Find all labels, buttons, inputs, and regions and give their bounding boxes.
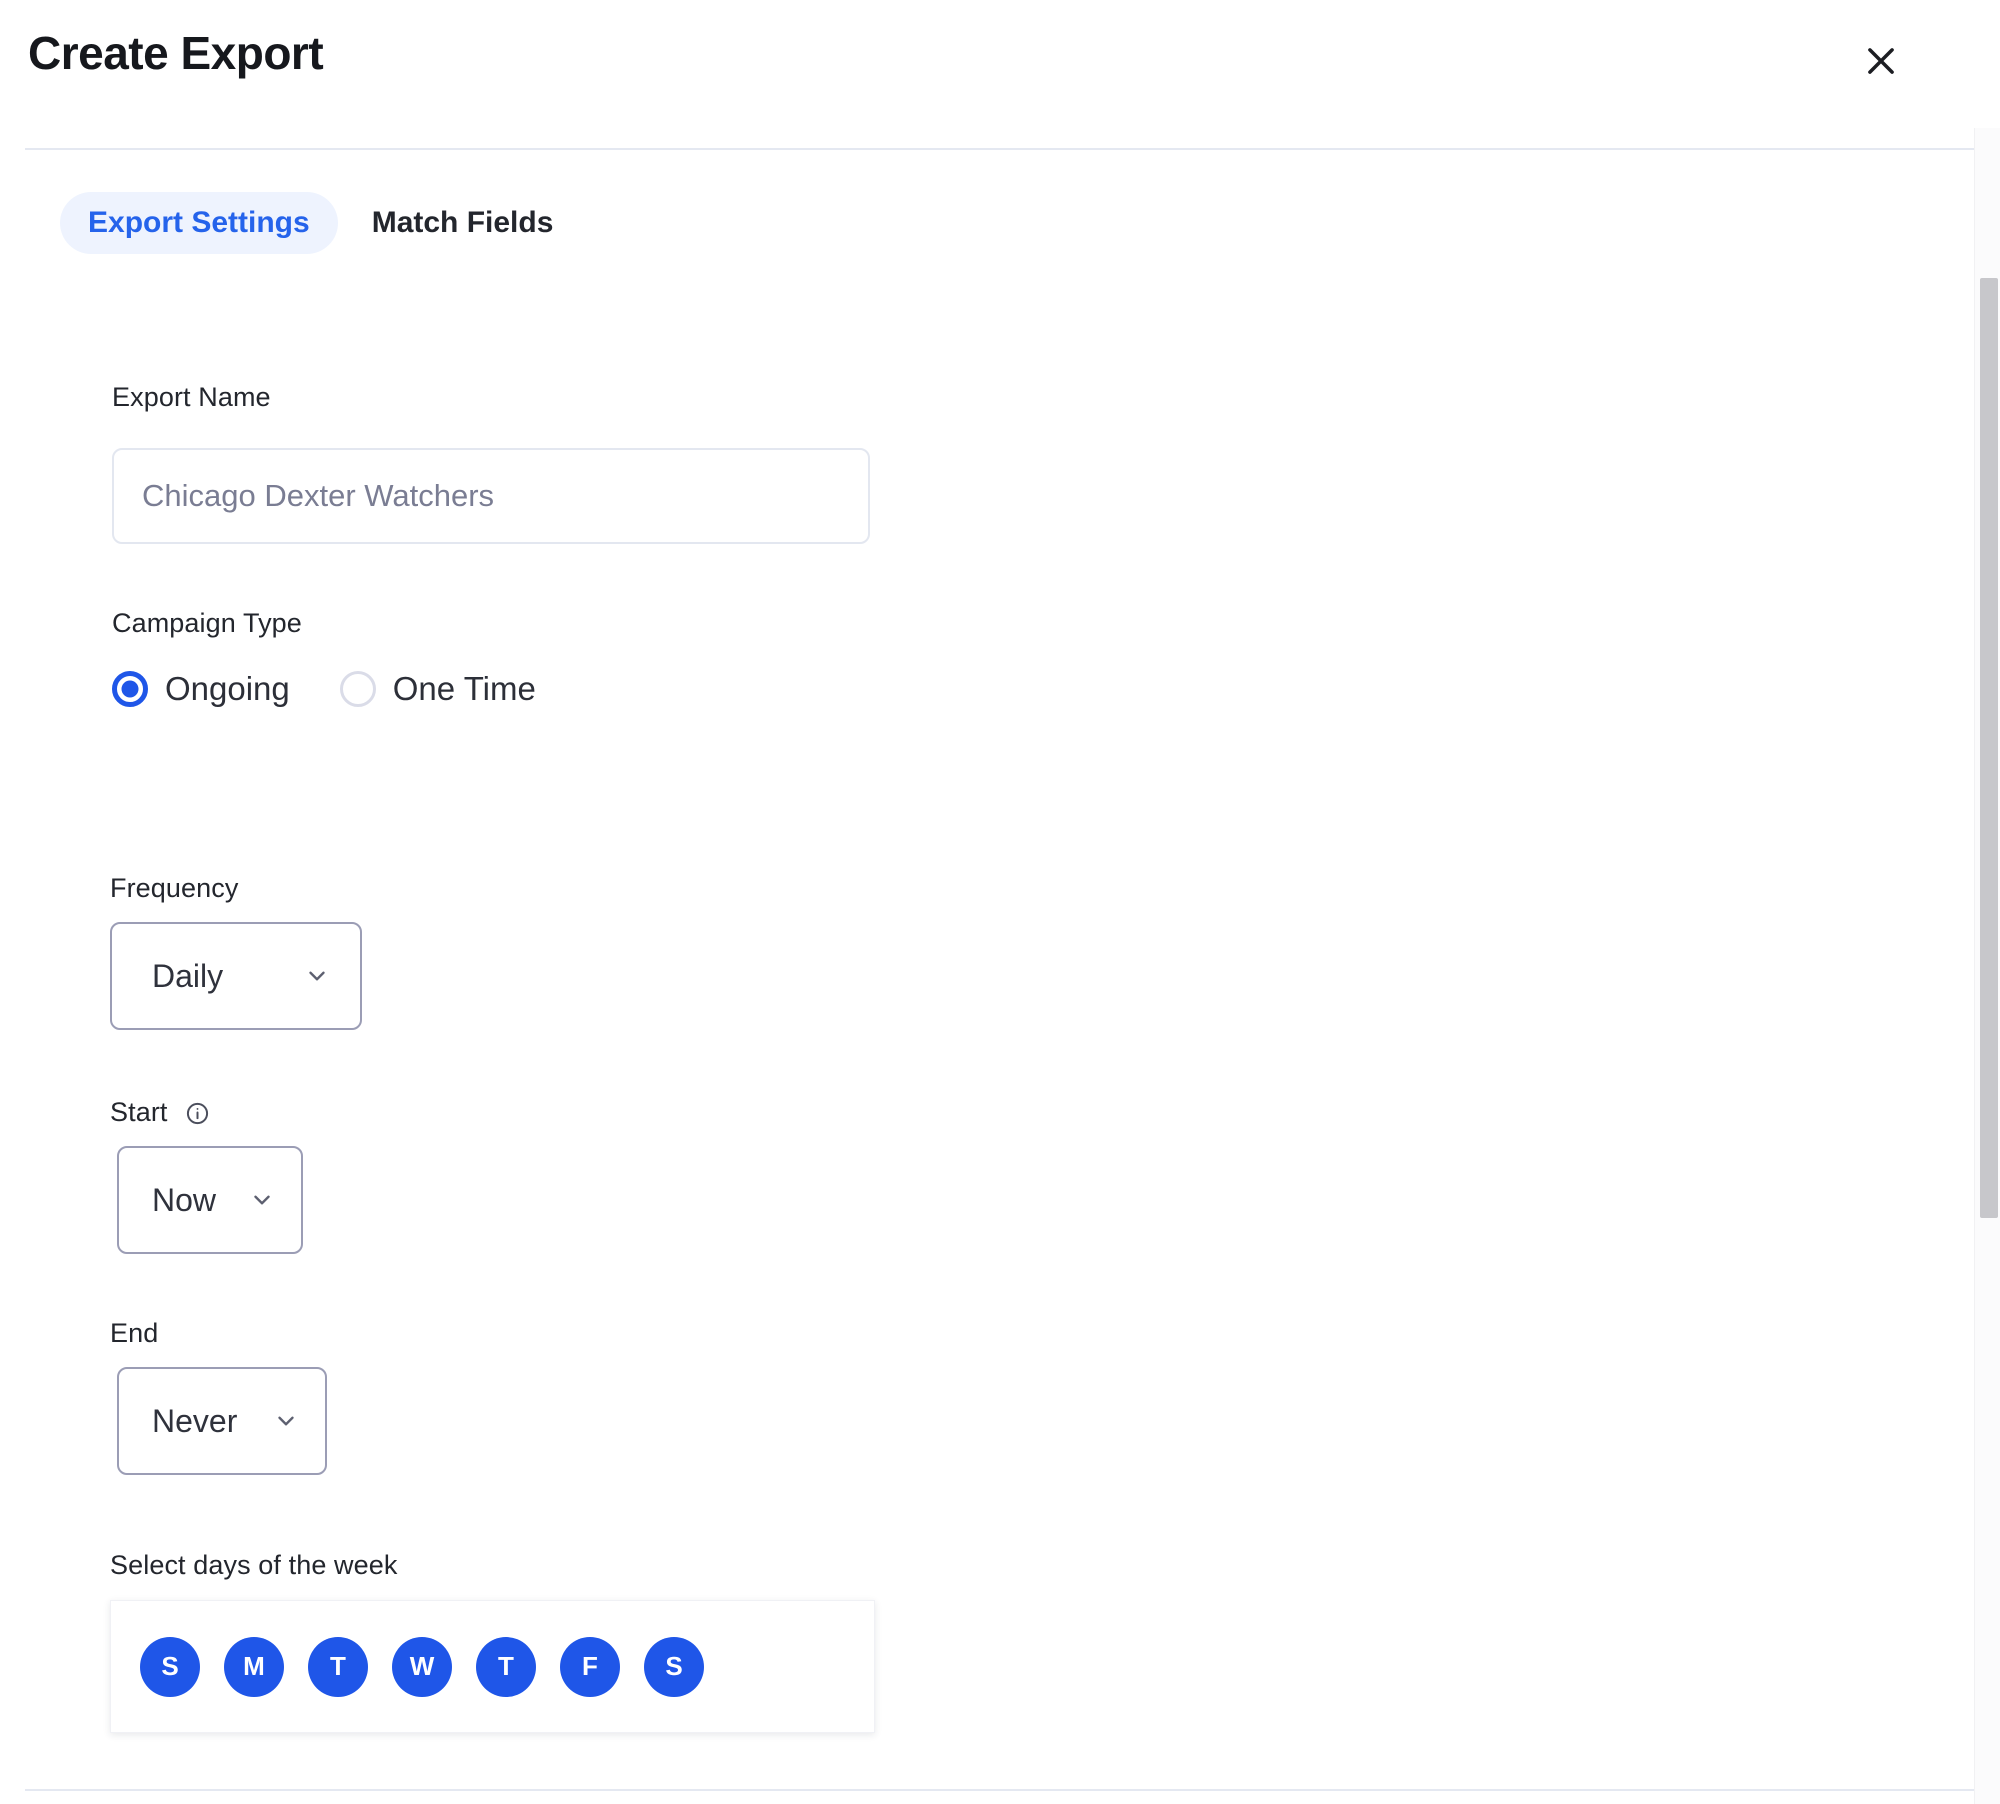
day-button-thursday[interactable]: T bbox=[476, 1636, 536, 1697]
export-name-input[interactable] bbox=[112, 448, 870, 544]
scrollbar-track[interactable] bbox=[1974, 128, 2000, 1804]
radio-one-time-label: One Time bbox=[392, 670, 536, 707]
tab-match-fields[interactable]: Match Fields bbox=[344, 192, 582, 254]
day-button-tuesday[interactable]: T bbox=[308, 1636, 368, 1697]
close-button[interactable] bbox=[1850, 30, 1912, 92]
campaign-type-label: Campaign Type bbox=[112, 608, 302, 638]
end-label: End bbox=[110, 1318, 159, 1348]
end-value: Never bbox=[152, 1402, 238, 1439]
modal-header: Create Export bbox=[0, 0, 2000, 149]
radio-option-ongoing[interactable]: Ongoing bbox=[112, 670, 290, 708]
start-label-wrap: Start bbox=[110, 1097, 210, 1128]
tab-export-settings[interactable]: Export Settings bbox=[60, 192, 338, 254]
start-label: Start bbox=[110, 1097, 168, 1127]
export-name-label: Export Name bbox=[112, 382, 271, 412]
campaign-type-radio-group: Ongoing One Time bbox=[112, 670, 536, 708]
frequency-select[interactable]: Daily bbox=[110, 922, 362, 1030]
chevron-down-icon bbox=[273, 1408, 299, 1434]
radio-ongoing-mark[interactable] bbox=[112, 671, 148, 707]
header-divider bbox=[25, 148, 1977, 150]
frequency-label: Frequency bbox=[110, 873, 239, 903]
info-icon[interactable] bbox=[185, 1101, 210, 1126]
day-button-saturday[interactable]: S bbox=[644, 1636, 704, 1697]
end-select[interactable]: Never bbox=[117, 1367, 327, 1475]
footer-divider bbox=[25, 1789, 1977, 1791]
start-select[interactable]: Now bbox=[117, 1146, 303, 1254]
start-value: Now bbox=[152, 1181, 217, 1218]
radio-ongoing-label: Ongoing bbox=[165, 670, 290, 707]
day-button-sunday[interactable]: S bbox=[140, 1636, 200, 1697]
close-icon bbox=[1862, 42, 1900, 80]
radio-option-one-time[interactable]: One Time bbox=[339, 670, 536, 708]
tab-list: Export Settings Match Fields bbox=[60, 192, 581, 254]
day-button-wednesday[interactable]: W bbox=[392, 1636, 452, 1697]
create-export-modal: Create Export Export Settings Match Fiel… bbox=[0, 0, 2000, 1804]
chevron-down-icon bbox=[304, 963, 330, 989]
chevron-down-icon bbox=[249, 1187, 275, 1213]
radio-one-time-mark[interactable] bbox=[339, 671, 376, 707]
scrollbar-thumb[interactable] bbox=[1980, 278, 1998, 1218]
days-of-week-selector: S M T W T F S bbox=[110, 1600, 875, 1733]
day-button-monday[interactable]: M bbox=[224, 1636, 284, 1697]
page-title: Create Export bbox=[28, 27, 324, 79]
days-of-week-label: Select days of the week bbox=[110, 1550, 398, 1580]
frequency-value: Daily bbox=[152, 957, 224, 994]
day-button-friday[interactable]: F bbox=[560, 1636, 620, 1697]
